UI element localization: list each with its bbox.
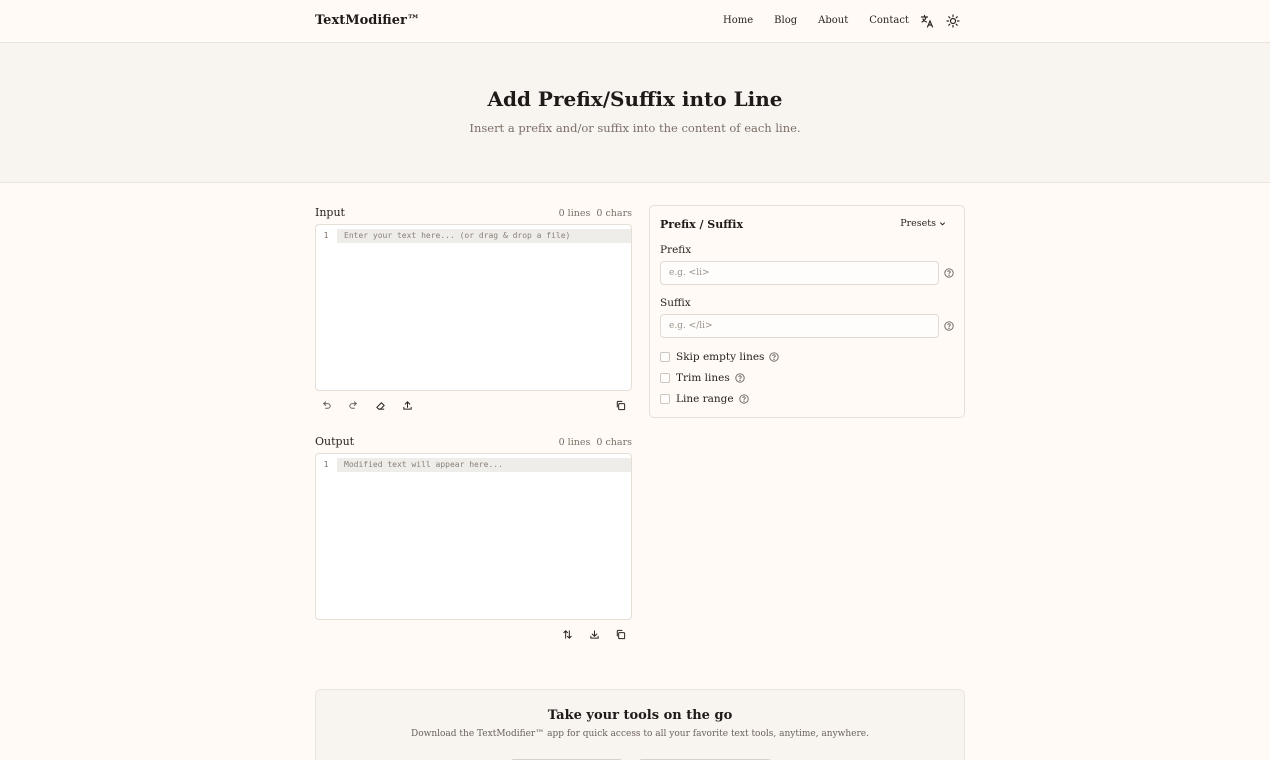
nav-menu: Home Blog About Contact <box>723 15 930 26</box>
input-char-count: 0 chars <box>596 208 632 219</box>
swap-icon[interactable] <box>560 627 574 641</box>
help-icon[interactable] <box>738 394 749 404</box>
chevron-down-icon <box>939 222 946 226</box>
trim-lines-label: Trim lines <box>676 372 730 384</box>
hero-section: Add Prefix/Suffix into Line Insert a pre… <box>0 43 1270 183</box>
brand-logo[interactable]: TextModifier™ <box>315 13 420 28</box>
input-counter: 0 lines 0 chars <box>520 208 632 219</box>
help-icon[interactable] <box>944 321 954 331</box>
editor-line: 1 Modified text will appear here... <box>316 458 631 472</box>
trim-lines-option[interactable]: Trim lines <box>660 372 745 384</box>
help-icon[interactable] <box>735 373 745 383</box>
page-subtitle: Insert a prefix and/or suffix into the c… <box>469 121 801 135</box>
input-editor[interactable]: 1 Enter your text here... (or drag & dro… <box>315 224 632 391</box>
suffix-input[interactable] <box>660 314 939 338</box>
app-promo: Take your tools on the go Download the T… <box>315 689 965 760</box>
copy-output-icon[interactable] <box>613 627 627 641</box>
prefix-input[interactable] <box>660 261 939 285</box>
page-title: Add Prefix/Suffix into Line <box>487 87 783 111</box>
skip-empty-lines-option[interactable]: Skip empty lines <box>660 351 780 363</box>
line-range-label: Line range <box>676 393 734 405</box>
skip-empty-lines-checkbox[interactable] <box>660 352 670 362</box>
undo-icon[interactable] <box>319 398 333 412</box>
top-nav: TextModifier™ Home Blog About Contact <box>0 0 1270 43</box>
input-line-count: 0 lines <box>558 208 591 219</box>
editor-line: 1 Enter your text here... (or drag & dro… <box>316 229 631 243</box>
presets-dropdown[interactable]: Presets <box>900 218 946 229</box>
line-range-option[interactable]: Line range <box>660 393 749 405</box>
download-icon[interactable] <box>587 627 601 641</box>
nav-home[interactable]: Home <box>723 15 753 26</box>
help-icon[interactable] <box>769 352 780 362</box>
line-range-checkbox[interactable] <box>660 394 670 404</box>
nav-contact[interactable]: Contact <box>869 15 909 26</box>
nav-blog[interactable]: Blog <box>774 15 797 26</box>
input-label: Input <box>315 206 345 219</box>
output-line-count: 0 lines <box>558 437 591 448</box>
prefix-label: Prefix <box>660 244 692 256</box>
options-panel: Prefix / Suffix Presets Prefix Suffix Sk… <box>649 205 965 418</box>
nav-about[interactable]: About <box>818 15 848 26</box>
options-title: Prefix / Suffix <box>660 218 744 231</box>
output-counter: 0 lines 0 chars <box>520 437 632 448</box>
skip-empty-lines-label: Skip empty lines <box>676 351 765 363</box>
output-label: Output <box>315 435 355 448</box>
output-placeholder: Modified text will appear here... <box>337 458 631 472</box>
line-number: 1 <box>323 460 329 469</box>
trim-lines-checkbox[interactable] <box>660 373 670 383</box>
input-placeholder[interactable]: Enter your text here... (or drag & drop … <box>337 229 631 243</box>
upload-icon[interactable] <box>400 398 414 412</box>
sun-icon[interactable] <box>946 13 960 28</box>
promo-text: Download the TextModifier™ app for quick… <box>410 729 869 739</box>
translate-icon[interactable] <box>920 13 934 28</box>
line-number: 1 <box>323 231 329 240</box>
suffix-label: Suffix <box>660 297 691 309</box>
promo-title: Take your tools on the go <box>547 708 733 723</box>
output-editor[interactable]: 1 Modified text will appear here... <box>315 453 632 620</box>
eraser-icon[interactable] <box>373 398 387 412</box>
output-char-count: 0 chars <box>596 437 632 448</box>
redo-icon[interactable] <box>346 398 360 412</box>
help-icon[interactable] <box>944 268 954 278</box>
presets-label: Presets <box>900 218 936 229</box>
copy-icon[interactable] <box>613 398 627 412</box>
